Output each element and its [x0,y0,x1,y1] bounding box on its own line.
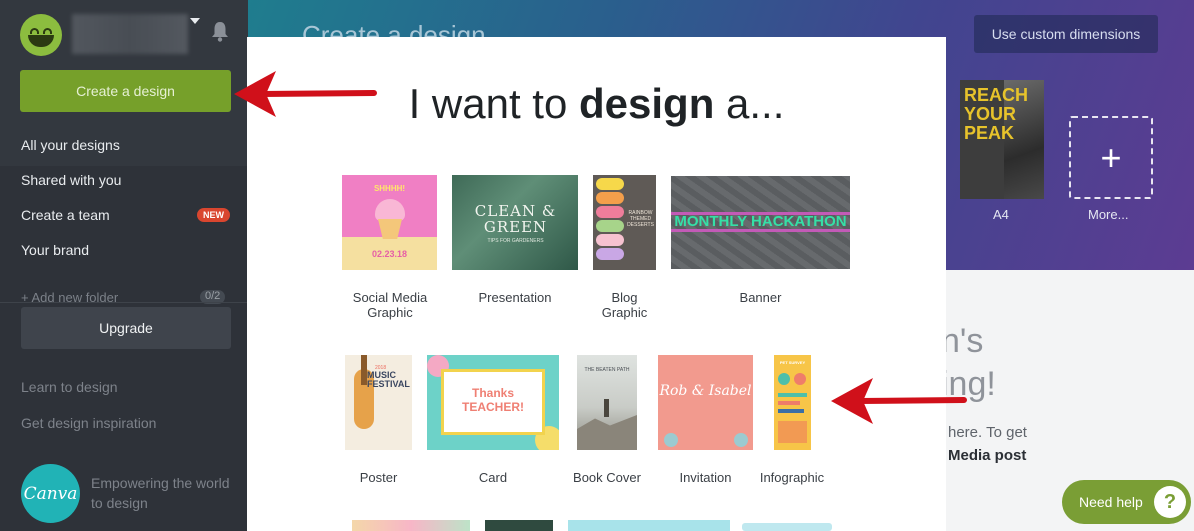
sidebar: Create a design All your designs Shared … [0,0,248,531]
question-icon: ? [1154,486,1186,518]
bg-heading-fragment: n's [941,322,984,360]
blog-graphic-thumb[interactable]: RAINBOW THEMED DESSERTS [593,175,656,270]
blog-graphic-label[interactable]: Blog Graphic [587,290,662,320]
bell-icon[interactable] [210,20,230,42]
sidebar-item-create-team[interactable]: Create a team NEW [0,198,248,233]
invitation-thumb[interactable]: Rob & Isabel [658,355,753,450]
new-badge: NEW [197,208,230,222]
divider [0,302,248,303]
thumb-text: Thanks TEACHER! [462,386,524,414]
sidebar-item-your-brand[interactable]: Your brand [0,233,248,268]
template-thumb-partial[interactable] [485,520,553,531]
thumb-text: THE BEATEN PATH [584,367,630,373]
sidebar-item-all-designs[interactable]: All your designs [0,128,248,163]
more-label: More... [1088,207,1129,222]
bg-text-fragment: Media post [948,447,1027,464]
book-cover-label[interactable]: Book Cover [567,470,647,485]
design-inspiration-link[interactable]: Get design inspiration [21,415,156,431]
create-design-button[interactable]: Create a design [20,70,231,112]
arrow-icon [234,71,377,117]
social-media-graphic-label[interactable]: Social Media Graphic [335,290,445,320]
thumb-text: PET SURVEY [779,360,806,365]
presentation-label[interactable]: Presentation [457,290,573,305]
canva-logo[interactable]: Canva [21,464,80,523]
upgrade-button[interactable]: Upgrade [21,307,231,349]
thumb-text: Rob & Isabel [659,383,752,399]
need-help-button[interactable]: Need help ? [1062,480,1191,524]
poster-label[interactable]: Poster [337,470,420,485]
custom-dimensions-button[interactable]: Use custom dimensions [974,15,1158,53]
card-thumb[interactable]: Thanks TEACHER! [427,355,559,450]
plus-icon: + [1100,136,1122,178]
thumb-text: SHHHH! [373,184,406,193]
sidebar-item-label: Create a team [21,207,110,223]
a4-card-text: REACH YOUR PEAK [964,85,1029,143]
banner-thumb[interactable]: MONTHLY HACKATHON [671,176,850,269]
tagline: Empowering the world to design [91,475,230,511]
banner-label[interactable]: Banner [701,290,820,305]
a4-label: A4 [993,207,1009,222]
template-thumb-partial[interactable] [352,520,470,531]
infographic-thumb[interactable]: PET SURVEY [774,355,811,450]
poster-thumb[interactable]: 2018 MUSIC FESTIVAL [345,355,412,450]
thumb-text: MUSIC FESTIVAL [367,370,410,389]
presentation-thumb[interactable]: CLEAN & GREEN TIPS FOR GARDENERS [452,175,578,270]
thumb-date: 02.23.18 [371,249,408,259]
thumb-text: CLEAN & GREEN [474,202,557,236]
sidebar-nav: All your designs Shared with you Create … [0,128,248,268]
thumb-text: RAINBOW THEMED DESSERTS [627,210,654,228]
sidebar-item-label: Shared with you [21,172,122,188]
more-button[interactable]: + [1069,116,1153,199]
infographic-label[interactable]: Infographic [747,470,837,485]
learn-to-design-link[interactable]: Learn to design [21,379,118,395]
account-name-blurred[interactable] [72,14,188,54]
caret-down-icon[interactable] [190,18,200,24]
template-thumb-partial[interactable] [742,523,832,531]
book-cover-thumb[interactable]: THE BEATEN PATH [577,355,637,450]
social-media-graphic-thumb[interactable]: SHHHH! 02.23.18 [342,175,437,270]
thumb-text: MONTHLY HACKATHON [674,213,847,230]
sidebar-item-label: All your designs [21,137,120,153]
card-label[interactable]: Card [433,470,553,485]
need-help-label: Need help [1079,494,1143,510]
template-thumb-partial[interactable] [568,520,730,531]
arrow-icon [831,378,967,424]
a4-template-card[interactable]: REACH YOUR PEAK [960,80,1044,199]
sidebar-item-shared[interactable]: Shared with you [0,163,248,198]
avatar[interactable] [20,14,62,56]
thumb-subtext: TIPS FOR GARDENERS [487,238,544,244]
invitation-label[interactable]: Invitation [655,470,756,485]
sidebar-item-label: Your brand [21,242,89,258]
